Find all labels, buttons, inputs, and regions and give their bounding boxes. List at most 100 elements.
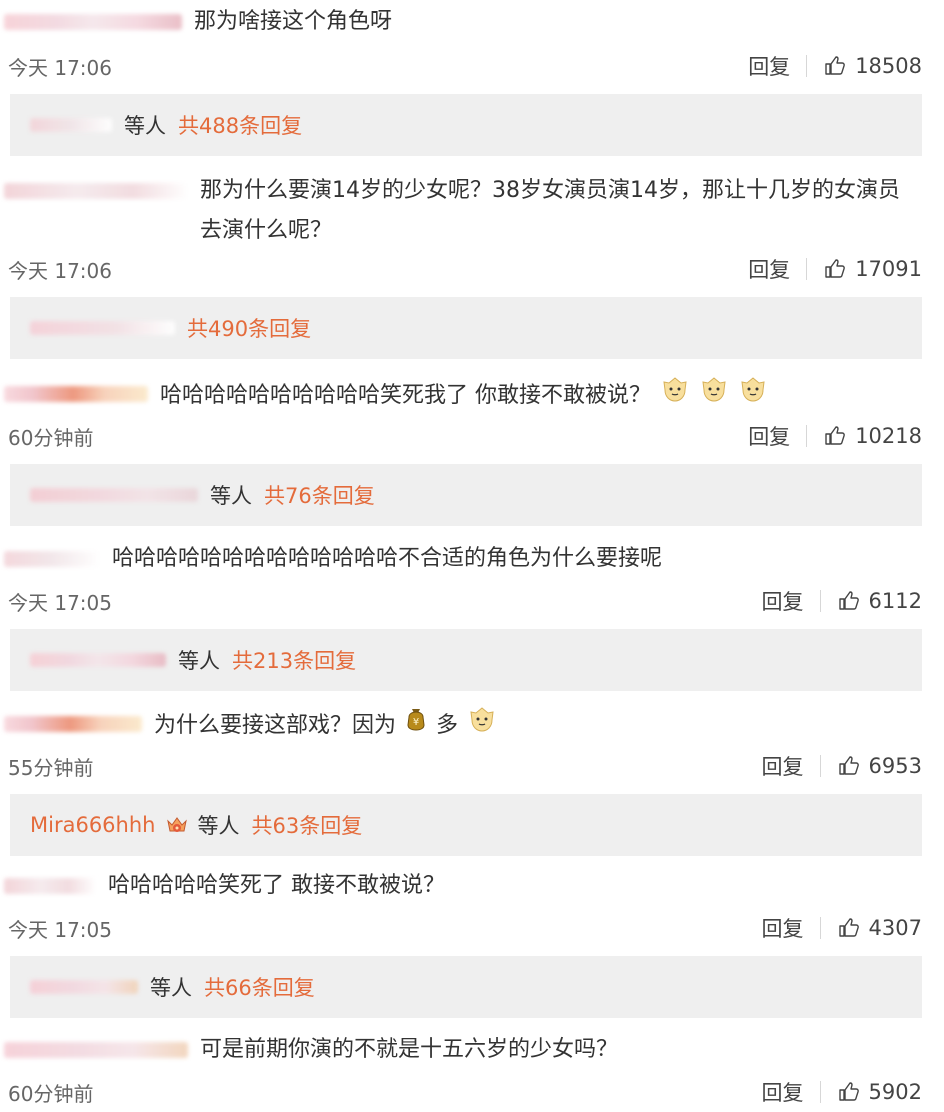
- reply-preview[interactable]: Mira666hhh 等人 共63条回复: [10, 794, 922, 856]
- like-button[interactable]: 6112: [837, 589, 922, 613]
- blurred-reply-user[interactable]: [30, 488, 198, 502]
- comment-line: 那为啥接这个角色呀: [0, 2, 944, 46]
- like-button[interactable]: 18508: [823, 54, 922, 78]
- reply-button[interactable]: 回复: [748, 51, 790, 81]
- reply-button[interactable]: 回复: [762, 586, 804, 616]
- blurred-username[interactable]: [4, 551, 100, 567]
- like-button[interactable]: 5902: [837, 1080, 922, 1104]
- comment-actions: 回复 17091: [748, 254, 922, 284]
- blurred-username[interactable]: [4, 14, 182, 30]
- reply-button[interactable]: 回复: [762, 1077, 804, 1107]
- reply-count-link[interactable]: 共213条回复: [232, 645, 356, 675]
- reply-preview[interactable]: 等人 共76条回复: [10, 464, 922, 526]
- reply-preview[interactable]: 等人 共213条回复: [10, 629, 922, 691]
- cat-face-emoji: [699, 374, 729, 418]
- cat-face-emoji: [738, 374, 768, 418]
- thumbs-up-icon: [837, 916, 861, 940]
- comment-text: 那为啥接这个角色呀: [194, 9, 393, 34]
- money-bag-emoji: ¥: [405, 706, 427, 746]
- reply-preview[interactable]: 等人 共66条回复: [10, 956, 922, 1018]
- comment-meta: 60分钟前 回复 10218: [0, 416, 944, 456]
- cat-face-emoji: [660, 374, 690, 418]
- thumbs-up-icon: [837, 1080, 861, 1104]
- like-button[interactable]: 17091: [823, 257, 922, 281]
- comment-text-before: 为什么要接这部戏？因为: [154, 713, 397, 738]
- blurred-reply-user[interactable]: [30, 118, 112, 132]
- comment-actions: 回复 10218: [748, 421, 922, 451]
- divider: [806, 258, 808, 280]
- comment-line: 哈哈哈哈哈笑死了 敢接不敢被说？: [0, 866, 944, 910]
- blurred-username[interactable]: [4, 183, 188, 199]
- reply-count-link[interactable]: 共490条回复: [187, 313, 311, 343]
- comment-line: 为什么要接这部戏？因为 ¥ 多: [0, 704, 944, 748]
- comment-meta: 今天 17:05 回复 6112: [0, 581, 944, 621]
- like-button[interactable]: 10218: [823, 424, 922, 448]
- comment-actions: 回复 5902: [762, 1077, 922, 1107]
- blurred-username[interactable]: [4, 1042, 188, 1058]
- comment-text: 可是前期你演的不就是十五六岁的少女吗？: [200, 1037, 619, 1062]
- reply-button[interactable]: 回复: [748, 421, 790, 451]
- divider: [806, 55, 808, 77]
- reply-button[interactable]: 回复: [762, 913, 804, 943]
- comment-text-body: 哈哈哈哈哈哈哈哈哈哈笑死我了 你敢接不敢被说？: [160, 383, 651, 408]
- cat-face-emoji: [467, 704, 497, 748]
- reply-user-name[interactable]: Mira666hhh: [30, 813, 155, 837]
- reply-prefix: 等人: [210, 484, 252, 508]
- comment-time: 今天 17:05: [8, 590, 112, 615]
- blurred-username[interactable]: [4, 878, 96, 894]
- comment-meta: 今天 17:06 回复 17091: [0, 249, 944, 289]
- blurred-username[interactable]: [4, 716, 142, 732]
- comment-time: 今天 17:06: [8, 55, 112, 80]
- comment-text: 哈哈哈哈哈笑死了 敢接不敢被说？: [108, 873, 445, 898]
- divider: [819, 1081, 821, 1103]
- like-count: 6112: [868, 589, 922, 613]
- comment-text: 那为什么要演14岁的少女呢？38岁女演员演14岁，那让十几岁的女演员去演什么呢？: [200, 178, 900, 243]
- comment-item: 哈哈哈哈哈哈哈哈哈哈哈哈哈不合适的角色为什么要接呢 今天 17:05 回复 61…: [0, 539, 944, 691]
- like-button[interactable]: 4307: [837, 916, 922, 940]
- comment-time: 今天 17:05: [8, 917, 112, 942]
- comment-item: 哈哈哈哈哈哈哈哈哈哈笑死我了 你敢接不敢被说？ 60分钟前 回复 10218 等…: [0, 374, 944, 526]
- thumbs-up-icon: [837, 589, 861, 613]
- comment-time: 今天 17:06: [8, 258, 112, 283]
- divider: [819, 917, 821, 939]
- thumbs-up-icon: [837, 754, 861, 778]
- comment-meta: 今天 17:05 回复 4307: [0, 908, 944, 948]
- crown-badge-icon: [165, 813, 189, 837]
- thumbs-up-icon: [823, 424, 847, 448]
- divider: [806, 425, 808, 447]
- reply-button[interactable]: 回复: [762, 751, 804, 781]
- thumbs-up-icon: [823, 257, 847, 281]
- blurred-reply-user[interactable]: [30, 980, 138, 994]
- blurred-username[interactable]: [4, 386, 148, 402]
- like-count: 10218: [855, 424, 922, 448]
- comment-line: 哈哈哈哈哈哈哈哈哈哈哈哈哈不合适的角色为什么要接呢: [0, 539, 944, 583]
- reply-prefix: 等人: [178, 649, 220, 673]
- comment-text-after: 多: [436, 713, 459, 738]
- like-count: 6953: [868, 754, 922, 778]
- like-count: 5902: [868, 1080, 922, 1104]
- reply-count-link[interactable]: 共488条回复: [178, 110, 302, 140]
- comment-item: 那为啥接这个角色呀 今天 17:06 回复 18508 等人 共488条回复: [0, 2, 944, 156]
- reply-count-link[interactable]: 共66条回复: [204, 972, 315, 1002]
- comment-actions: 回复 6953: [762, 751, 922, 781]
- comment-text: 哈哈哈哈哈哈哈哈哈哈哈哈哈不合适的角色为什么要接呢: [112, 546, 663, 571]
- comment-time: 60分钟前: [8, 1081, 94, 1106]
- reply-preview[interactable]: 等人 共488条回复: [10, 94, 922, 156]
- blurred-reply-user[interactable]: [30, 653, 166, 667]
- like-button[interactable]: 6953: [837, 754, 922, 778]
- comment-line: 那为什么要演14岁的少女呢？38岁女演员演14岁，那让十几岁的女演员去演什么呢？: [0, 171, 944, 251]
- reply-prefix: 等人: [124, 114, 166, 138]
- comment-actions: 回复 6112: [762, 586, 922, 616]
- comment-item: 为什么要接这部戏？因为 ¥ 多 55分钟前 回复 6953 Mira666hhh…: [0, 704, 944, 856]
- like-count: 18508: [855, 54, 922, 78]
- like-count: 4307: [868, 916, 922, 940]
- comment-item: 哈哈哈哈哈笑死了 敢接不敢被说？ 今天 17:05 回复 4307 等人 共66…: [0, 866, 944, 1018]
- comment-meta: 55分钟前 回复 6953: [0, 746, 944, 786]
- blurred-reply-user[interactable]: [30, 321, 175, 335]
- reply-button[interactable]: 回复: [748, 254, 790, 284]
- reply-count-link[interactable]: 共63条回复: [251, 810, 362, 840]
- divider: [819, 590, 821, 612]
- like-count: 17091: [855, 257, 922, 281]
- reply-preview[interactable]: 共490条回复: [10, 297, 922, 359]
- reply-count-link[interactable]: 共76条回复: [264, 480, 375, 510]
